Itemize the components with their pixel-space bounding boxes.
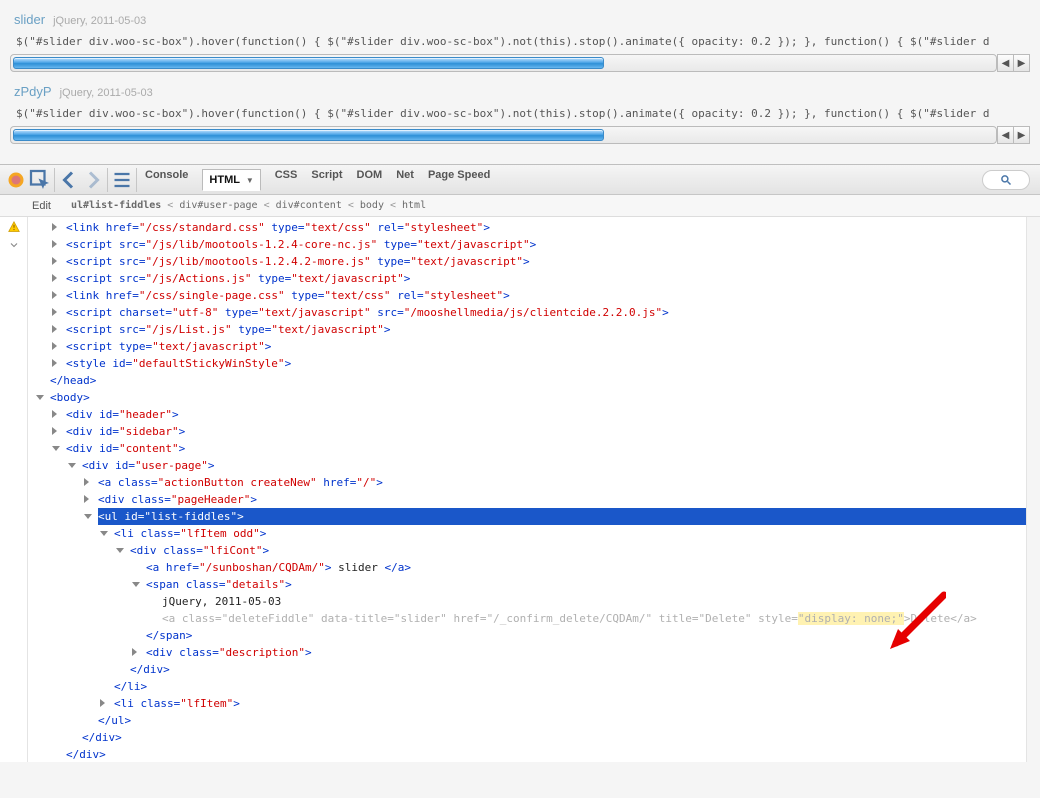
search-input[interactable] bbox=[982, 170, 1030, 190]
tab-script[interactable]: Script bbox=[311, 169, 342, 190]
breadcrumb-item[interactable]: body bbox=[360, 200, 384, 211]
tree-node[interactable]: <a class="deleteFiddle" data-title="slid… bbox=[28, 610, 1026, 627]
tree-node[interactable]: <style id="defaultStickyWinStyle"> bbox=[28, 355, 1026, 372]
tree-node[interactable]: <div id="content"> bbox=[28, 440, 1026, 457]
inspect-icon[interactable] bbox=[28, 168, 52, 192]
progress-track[interactable] bbox=[10, 54, 997, 72]
tree-node[interactable]: </ul> bbox=[28, 712, 1026, 729]
next-icon[interactable]: ▶ bbox=[1013, 127, 1029, 143]
tree-node[interactable]: <script src="/js/Actions.js" type="text/… bbox=[28, 270, 1026, 287]
tree-node[interactable]: <body> bbox=[28, 389, 1026, 406]
tree-node[interactable]: <span class="details"> bbox=[28, 576, 1026, 593]
fiddle-item: slider jQuery, 2011-05-03 $("#slider div.w… bbox=[10, 0, 1030, 72]
tree-node[interactable]: <script src="/js/List.js" type="text/jav… bbox=[28, 321, 1026, 338]
tree-node[interactable]: </span> bbox=[28, 627, 1026, 644]
gutter bbox=[0, 217, 28, 762]
tree-node[interactable]: </div> bbox=[28, 729, 1026, 746]
edit-button[interactable]: Edit bbox=[32, 200, 51, 212]
firebug-icon[interactable] bbox=[4, 168, 28, 192]
fiddle-code: $("#slider div.woo-sc-box").hover(functi… bbox=[10, 33, 1030, 54]
breadcrumb-bar: Edit ul#list-fiddles<div#user-page<div#c… bbox=[0, 195, 1040, 217]
back-icon[interactable] bbox=[57, 168, 81, 192]
progress-track[interactable] bbox=[10, 126, 997, 144]
tree-node[interactable]: <div id="header"> bbox=[28, 406, 1026, 423]
tab-console[interactable]: Console bbox=[145, 169, 188, 190]
breadcrumb-item[interactable]: div#user-page bbox=[179, 200, 257, 211]
tree-node[interactable]: </div> bbox=[28, 746, 1026, 762]
tree-node[interactable]: <a class="actionButton createNew" href="… bbox=[28, 474, 1026, 491]
breadcrumb-item[interactable]: html bbox=[402, 200, 426, 211]
prev-icon[interactable]: ◀ bbox=[997, 127, 1013, 143]
fiddle-title-link[interactable]: zPdyP bbox=[14, 84, 52, 99]
list-icon[interactable] bbox=[110, 168, 134, 192]
tree-node[interactable]: <li class="lfItem"> bbox=[28, 695, 1026, 712]
fiddle-meta: jQuery, 2011-05-03 bbox=[60, 87, 153, 99]
fiddle-meta: jQuery, 2011-05-03 bbox=[53, 15, 146, 27]
tree-node[interactable]: <link href="/css/single-page.css" type="… bbox=[28, 287, 1026, 304]
tree-node[interactable]: <div class="description"> bbox=[28, 644, 1026, 661]
warning-icon[interactable] bbox=[8, 221, 20, 233]
page-content: slider jQuery, 2011-05-03 $("#slider div.w… bbox=[0, 0, 1040, 164]
fiddle-code: $("#slider div.woo-sc-box").hover(functi… bbox=[10, 105, 1030, 126]
search-icon bbox=[1000, 174, 1012, 186]
tree-node[interactable]: <div class="pageHeader"> bbox=[28, 491, 1026, 508]
tree-node[interactable]: <li class="lfItem odd"> bbox=[28, 525, 1026, 542]
tree-node[interactable]: <script type="text/javascript"> bbox=[28, 338, 1026, 355]
tree-node[interactable]: <script src="/js/lib/mootools-1.2.4-core… bbox=[28, 236, 1026, 253]
tab-net[interactable]: Net bbox=[396, 169, 414, 190]
devtools-panel: Console HTML ▼ CSS Script DOM Net Page Speed E… bbox=[0, 164, 1040, 762]
next-icon[interactable]: ▶ bbox=[1013, 55, 1029, 71]
tab-dom[interactable]: DOM bbox=[357, 169, 383, 190]
tree-node[interactable]: <ul id="list-fiddles"> bbox=[28, 508, 1026, 525]
forward-icon[interactable] bbox=[81, 168, 105, 192]
prev-icon[interactable]: ◀ bbox=[997, 55, 1013, 71]
breadcrumb-item[interactable]: div#content bbox=[276, 200, 342, 211]
html-tree[interactable]: <link href="/css/standard.css" type="tex… bbox=[28, 217, 1026, 762]
tree-node[interactable]: <script src="/js/lib/mootools-1.2.4.2-mo… bbox=[28, 253, 1026, 270]
tree-node[interactable]: </head> bbox=[28, 372, 1026, 389]
tab-css[interactable]: CSS bbox=[275, 169, 298, 190]
tree-node[interactable]: </div> bbox=[28, 661, 1026, 678]
breadcrumb[interactable]: ul#list-fiddles<div#user-page<div#conten… bbox=[71, 200, 426, 211]
tree-node[interactable]: <script charset="utf-8" type="text/javas… bbox=[28, 304, 1026, 321]
devtools-toolbar: Console HTML ▼ CSS Script DOM Net Page Speed bbox=[0, 165, 1040, 195]
breadcrumb-item[interactable]: ul#list-fiddles bbox=[71, 200, 161, 211]
tree-node[interactable]: <div class="lfiCont"> bbox=[28, 542, 1026, 559]
fiddle-item: zPdyP jQuery, 2011-05-03 $("#slider div.wo… bbox=[10, 72, 1030, 144]
tree-node[interactable]: jQuery, 2011-05-03 bbox=[28, 593, 1026, 610]
devtools-tabs: Console HTML ▼ CSS Script DOM Net Page Speed bbox=[145, 169, 490, 190]
fiddle-title-link[interactable]: slider bbox=[14, 12, 45, 27]
tree-node[interactable]: <div id="sidebar"> bbox=[28, 423, 1026, 440]
tab-html[interactable]: HTML ▼ bbox=[202, 169, 260, 191]
tree-node[interactable]: </li> bbox=[28, 678, 1026, 695]
collapse-icon[interactable] bbox=[8, 239, 20, 251]
tree-node[interactable]: <a href="/sunboshan/CQDAm/"> slider </a> bbox=[28, 559, 1026, 576]
tree-node[interactable]: <link href="/css/standard.css" type="tex… bbox=[28, 219, 1026, 236]
tree-node[interactable]: <div id="user-page"> bbox=[28, 457, 1026, 474]
vertical-scrollbar[interactable] bbox=[1026, 217, 1040, 762]
tab-page-speed[interactable]: Page Speed bbox=[428, 169, 490, 190]
